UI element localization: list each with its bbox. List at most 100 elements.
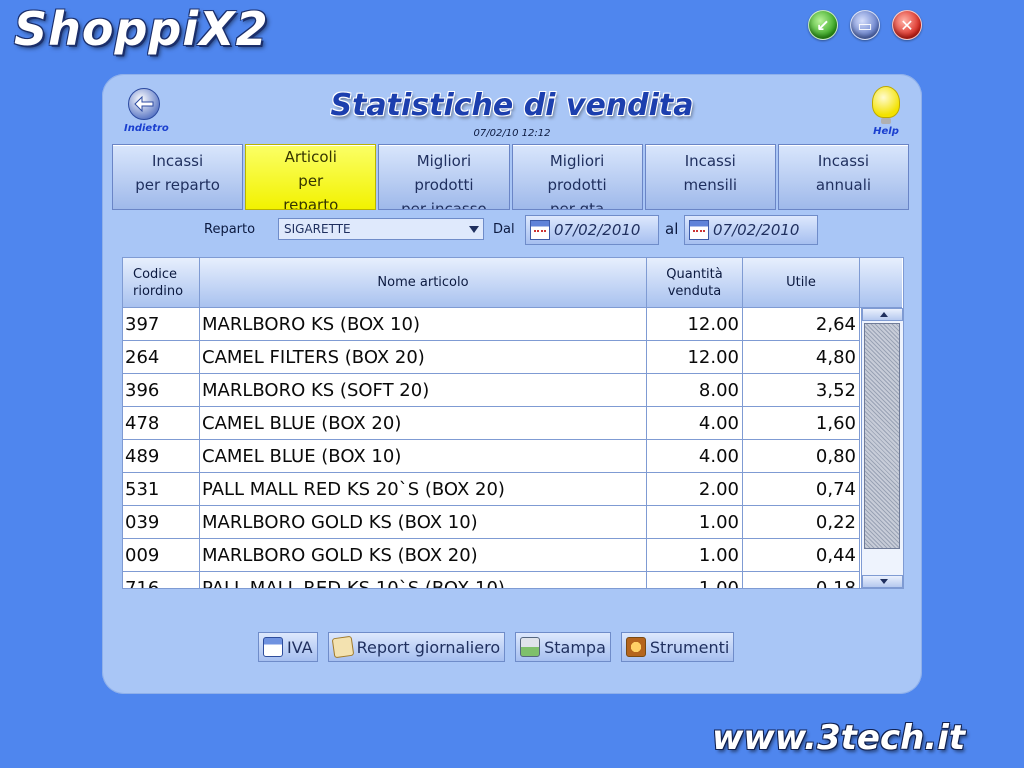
cell-nome: MARLBORO GOLD KS (BOX 20) [200,539,647,571]
date-from-value: 07/02/2010 [554,221,641,239]
minimize-button[interactable]: ↙ [808,10,838,40]
report-label: Report giornaliero [356,637,501,657]
restore-button[interactable]: ▭ [850,10,880,40]
cell-nome: CAMEL BLUE (BOX 20) [200,407,647,439]
tab-incassi-annuali[interactable]: Incassi annuali [777,144,910,210]
tab-label: Migliori prodotti per incasso [401,152,487,210]
close-icon: ✕ [900,15,914,35]
scroll-up-button[interactable] [862,308,903,321]
arrow-down-icon [880,579,888,584]
tab-articoli-per-reparto[interactable]: Articoli per reparto [245,144,377,210]
reparto-value: SIGARETTE [284,222,351,236]
help-label: Help [873,126,899,137]
report-icon [331,635,354,659]
tab-label: Incassi mensili [683,152,738,194]
cell-utile: 3,52 [743,374,860,406]
column-header-quantita[interactable]: Quantità venduta [647,258,743,308]
iva-icon [263,637,283,657]
table-row[interactable]: 039 MARLBORO GOLD KS (BOX 10) 1.00 0,22 [123,506,860,539]
cell-codice: 264 [123,341,200,373]
table-row[interactable]: 489 CAMEL BLUE (BOX 10) 4.00 0,80 [123,440,860,473]
scroll-down-button[interactable] [862,575,903,588]
arrow-up-icon [880,312,888,317]
cell-codice: 716 [123,572,200,588]
close-button[interactable]: ✕ [892,10,922,40]
table-row[interactable]: 264 CAMEL FILTERS (BOX 20) 12.00 4,80 [123,341,860,374]
tab-migliori-prodotti-per-qta[interactable]: Migliori prodotti per qta [511,144,643,210]
cell-utile: 1,60 [743,407,860,439]
cell-codice: 397 [123,308,200,340]
cell-utile: 0,18 [743,572,860,588]
restore-icon: ▭ [857,15,873,35]
cell-nome: PALL MALL RED KS 10`S (BOX 10) [200,572,647,588]
cell-utile: 0,74 [743,473,860,505]
cell-quantita: 12.00 [647,341,743,373]
stats-tabs: Incassi per reparto Articoli per reparto… [112,144,910,214]
cell-quantita: 12.00 [647,308,743,340]
date-to-value: 07/02/2010 [713,221,800,239]
report-giornaliero-button[interactable]: Report giornaliero [327,632,506,662]
website-url: www.3tech.it [712,718,966,758]
al-label: al [665,220,679,238]
table-body: 397 MARLBORO KS (BOX 10) 12.00 2,64 264 CAMEL… [123,308,860,588]
cell-nome: MARLBORO KS (BOX 10) [200,308,647,340]
date-from-picker[interactable]: 07/02/2010 [525,215,659,245]
cell-utile: 4,80 [743,341,860,373]
cell-quantita: 2.00 [647,473,743,505]
tab-label: Articoli per reparto [283,148,339,210]
column-header-utile[interactable]: Utile [743,258,860,308]
page-datetime: 07/02/10 12:12 [473,128,551,139]
cell-utile: 0,22 [743,506,860,538]
reparto-label: Reparto [204,222,256,237]
cell-codice: 039 [123,506,200,538]
strumenti-label: Strumenti [649,637,730,657]
cell-quantita: 4.00 [647,440,743,472]
date-to-picker[interactable]: 07/02/2010 [684,215,818,245]
vertical-scrollbar[interactable] [861,308,903,588]
column-header-codice[interactable]: Codice riordino [123,258,200,308]
header-corner [860,258,902,308]
cell-codice: 531 [123,473,200,505]
minimize-icon: ↙ [816,15,830,35]
cell-codice: 009 [123,539,200,571]
tab-label: Incassi annuali [815,152,872,194]
cell-codice: 478 [123,407,200,439]
chevron-down-icon [469,226,479,233]
cell-nome: CAMEL FILTERS (BOX 20) [200,341,647,373]
tab-label: Migliori prodotti per qta [547,152,607,210]
stampa-button[interactable]: Stampa [515,632,611,662]
cell-codice: 396 [123,374,200,406]
tab-incassi-per-reparto[interactable]: Incassi per reparto [112,144,244,210]
cell-utile: 0,44 [743,539,860,571]
table-row[interactable]: 716 PALL MALL RED KS 10`S (BOX 10) 1.00 0,1… [123,572,860,588]
iva-label: IVA [287,637,313,657]
tab-incassi-mensili[interactable]: Incassi mensili [644,144,776,210]
tools-icon [625,637,646,657]
strumenti-button[interactable]: Strumenti [620,632,735,662]
cell-quantita: 4.00 [647,407,743,439]
table-header: Codice riordino Nome articolo Quantità v… [123,258,902,308]
table-row[interactable]: 396 MARLBORO KS (SOFT 20) 8.00 3,52 [123,374,860,407]
dal-label: Dal [493,222,515,237]
tab-migliori-prodotti-per-incasso[interactable]: Migliori prodotti per incasso [378,144,510,210]
cell-nome: CAMEL BLUE (BOX 10) [200,440,647,472]
cell-nome: MARLBORO KS (SOFT 20) [200,374,647,406]
lightbulb-icon [872,86,900,124]
table-row[interactable]: 009 MARLBORO GOLD KS (BOX 20) 1.00 0,44 [123,539,860,572]
table-row[interactable]: 478 CAMEL BLUE (BOX 20) 4.00 1,60 [123,407,860,440]
scrollbar-thumb[interactable] [864,323,900,549]
stampa-label: Stampa [544,637,606,657]
help-button[interactable]: Help [866,86,906,137]
cell-quantita: 8.00 [647,374,743,406]
reparto-select[interactable]: SIGARETTE [278,218,484,240]
tab-label: Incassi per reparto [135,152,220,194]
cell-codice: 489 [123,440,200,472]
table-row[interactable]: 531 PALL MALL RED KS 20`S (BOX 20) 2.00 0,7… [123,473,860,506]
table-row[interactable]: 397 MARLBORO KS (BOX 10) 12.00 2,64 [123,308,860,341]
page-title: Statistiche di vendita [330,88,694,123]
column-header-nome[interactable]: Nome articolo [200,258,647,308]
footer-toolbar: IVA Report giornaliero Stampa Strumenti [258,632,735,662]
iva-button[interactable]: IVA [258,632,318,662]
app-title: ShoppiX2 [14,2,269,56]
calendar-icon [689,220,709,240]
